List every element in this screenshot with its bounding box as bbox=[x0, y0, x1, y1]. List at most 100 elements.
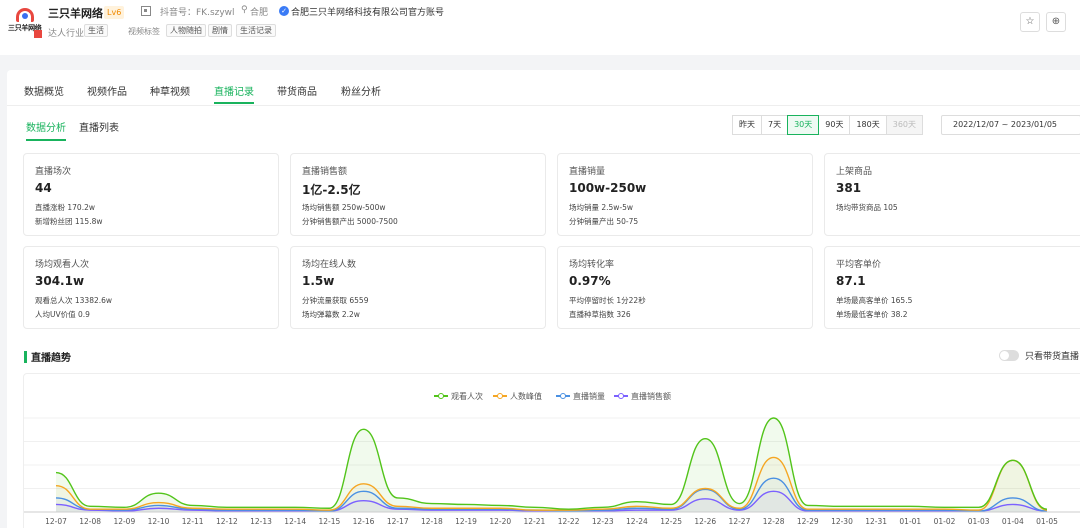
x-tick-label: 12-09 bbox=[113, 517, 135, 526]
x-tick-label: 12-10 bbox=[148, 517, 170, 526]
subtab-analysis[interactable]: 数据分析 bbox=[26, 119, 66, 141]
tab-seeding-videos[interactable]: 种草视频 bbox=[150, 83, 190, 98]
level-badge: Lv6 bbox=[104, 6, 125, 19]
metric-card: 直播销量 100w-250w 场均销量 2.5w-5w 分钟销量产出 50-75 bbox=[557, 153, 813, 236]
metric-title: 场均转化率 bbox=[569, 260, 615, 270]
metric-sub: 直播种草指数 326 bbox=[569, 310, 631, 319]
tab-fans[interactable]: 粉丝分析 bbox=[341, 83, 381, 98]
x-tick-label: 12-15 bbox=[318, 517, 340, 526]
x-tick-label: 12-23 bbox=[592, 517, 614, 526]
metric-sub: 分钟销售额产出 5000-7500 bbox=[302, 217, 398, 226]
x-tick-label: 12-12 bbox=[216, 517, 238, 526]
star-icon: ☆ bbox=[1025, 16, 1035, 27]
metric-value: 1亿-2.5亿 bbox=[302, 183, 361, 197]
tab-live-records[interactable]: 直播记录 bbox=[214, 83, 254, 104]
logo-mark-icon bbox=[16, 8, 34, 22]
subtab-live-list[interactable]: 直播列表 bbox=[79, 119, 119, 134]
tab-overview[interactable]: 数据概览 bbox=[24, 83, 64, 98]
x-tick-label: 12-28 bbox=[763, 517, 785, 526]
location-icon: ⚲ bbox=[241, 5, 248, 15]
favorite-button[interactable]: ☆ bbox=[1020, 12, 1040, 32]
metric-card: 上架商品 381 场均带货商品 105 bbox=[824, 153, 1080, 236]
x-tick-label: 12-29 bbox=[797, 517, 819, 526]
metric-card: 直播销售额 1亿-2.5亿 场均销售额 250w-500w 分钟销售额产出 50… bbox=[290, 153, 546, 236]
metric-sub: 场均弹幕数 2.2w bbox=[302, 310, 360, 319]
metric-sub: 人均UV价值 0.9 bbox=[35, 310, 90, 319]
metric-card: 直播场次 44 直播涨粉 170.2w 新增粉丝团 115.8w bbox=[23, 153, 279, 236]
metric-sub: 分钟销量产出 50-75 bbox=[569, 217, 639, 226]
account-name: 三只羊网络 bbox=[48, 7, 103, 20]
metric-card: 平均客单价 87.1 单场最高客单价 165.5 单场最低客单价 38.2 bbox=[824, 246, 1080, 329]
metric-sub: 平均停留时长 1分22秒 bbox=[569, 296, 646, 305]
metric-value: 100w-250w bbox=[569, 181, 647, 195]
metric-value: 381 bbox=[836, 181, 862, 195]
metric-sub: 观看总人次 13382.6w bbox=[35, 296, 113, 305]
x-tick-label: 12-11 bbox=[182, 517, 204, 526]
x-tick-label: 12-30 bbox=[831, 517, 853, 526]
metric-title: 场均观看人次 bbox=[35, 260, 90, 270]
x-tick-label: 01-04 bbox=[1002, 517, 1024, 526]
location-text: 合肥 bbox=[250, 8, 269, 18]
x-tick-label: 12-18 bbox=[421, 517, 443, 526]
series-area bbox=[56, 457, 1047, 512]
x-tick-label: 12-31 bbox=[865, 517, 887, 526]
tab-products[interactable]: 带货商品 bbox=[277, 83, 317, 98]
video-tag: 人物随拍 bbox=[166, 24, 206, 37]
tab-bar: 数据概览 视频作品 种草视频 直播记录 带货商品 粉丝分析 bbox=[7, 70, 1080, 106]
logo-bars-icon bbox=[34, 30, 42, 38]
metric-title: 直播销量 bbox=[569, 167, 606, 177]
series-line bbox=[55, 417, 1048, 510]
x-tick-label: 12-14 bbox=[284, 517, 306, 526]
metric-value: 87.1 bbox=[836, 274, 866, 288]
video-tag: 剧情 bbox=[208, 24, 232, 37]
x-tick-label: 12-13 bbox=[250, 517, 272, 526]
metric-value: 304.1w bbox=[35, 274, 85, 288]
video-tags-label: 视频标签 bbox=[128, 27, 160, 36]
period-30d[interactable]: 30天 bbox=[787, 115, 820, 135]
metric-title: 上架商品 bbox=[836, 167, 873, 177]
x-tick-label: 01-05 bbox=[1036, 517, 1058, 526]
metric-card: 场均观看人次 304.1w 观看总人次 13382.6w 人均UV价值 0.9 bbox=[23, 246, 279, 329]
metric-sub: 直播涨粉 170.2w bbox=[35, 203, 95, 212]
metric-card: 场均转化率 0.97% 平均停留时长 1分22秒 直播种草指数 326 bbox=[557, 246, 813, 329]
period-yesterday[interactable]: 昨天 bbox=[732, 115, 762, 135]
qr-code-icon[interactable] bbox=[141, 6, 151, 16]
period-180d[interactable]: 180天 bbox=[849, 115, 887, 135]
x-tick-label: 12-17 bbox=[387, 517, 409, 526]
metric-sub: 场均销售额 250w-500w bbox=[302, 203, 386, 212]
period-7d[interactable]: 7天 bbox=[761, 115, 789, 135]
x-tick-label: 12-26 bbox=[694, 517, 716, 526]
date-range-picker[interactable]: 2022/12/07 ~ 2023/01/05 bbox=[941, 115, 1080, 135]
industry-label: 达人行业 bbox=[48, 29, 85, 39]
verified-icon: ✓ bbox=[279, 6, 289, 16]
period-90d[interactable]: 90天 bbox=[818, 115, 851, 135]
x-tick-label: 12-24 bbox=[626, 517, 648, 526]
tab-videos[interactable]: 视频作品 bbox=[87, 83, 127, 98]
video-tag: 生活记录 bbox=[236, 24, 276, 37]
x-tick-label: 01-02 bbox=[934, 517, 956, 526]
metric-title: 直播场次 bbox=[35, 167, 72, 177]
x-tick-label: 12-19 bbox=[455, 517, 477, 526]
period-360d: 360天 bbox=[885, 115, 924, 135]
x-tick-label: 12-22 bbox=[558, 517, 580, 526]
x-tick-label: 12-16 bbox=[353, 517, 375, 526]
x-tick-label: 12-27 bbox=[729, 517, 751, 526]
x-tick-label: 12-07 bbox=[45, 517, 67, 526]
plus-circle-icon: ⊕ bbox=[1051, 16, 1061, 27]
x-tick-label: 12-20 bbox=[489, 517, 511, 526]
x-tick-label: 12-08 bbox=[79, 517, 101, 526]
account-header: 三只羊网络 三只羊网络 Lv6 抖音号：FK.szywl ⚲ 合肥 ✓ 合肥三只… bbox=[0, 0, 1080, 55]
metric-sub: 场均带货商品 105 bbox=[836, 203, 898, 212]
brand-logo: 三只羊网络 bbox=[8, 8, 42, 38]
metric-title: 直播销售额 bbox=[302, 167, 348, 177]
metric-value: 1.5w bbox=[302, 274, 335, 288]
period-selector: 昨天 7天 30天 90天 180天 360天 bbox=[732, 115, 924, 135]
metric-sub: 单场最低客单价 38.2 bbox=[836, 310, 908, 319]
x-tick-label: 12-25 bbox=[660, 517, 682, 526]
metric-card: 场均在线人数 1.5w 分钟流量获取 6559 场均弹幕数 2.2w bbox=[290, 246, 546, 329]
metric-value: 44 bbox=[35, 181, 52, 195]
industry-tag: 生活 bbox=[84, 24, 108, 37]
metric-sub: 分钟流量获取 6559 bbox=[302, 296, 369, 305]
add-button[interactable]: ⊕ bbox=[1046, 12, 1066, 32]
verified-text: 合肥三只羊网络科技有限公司官方账号 bbox=[291, 8, 445, 18]
